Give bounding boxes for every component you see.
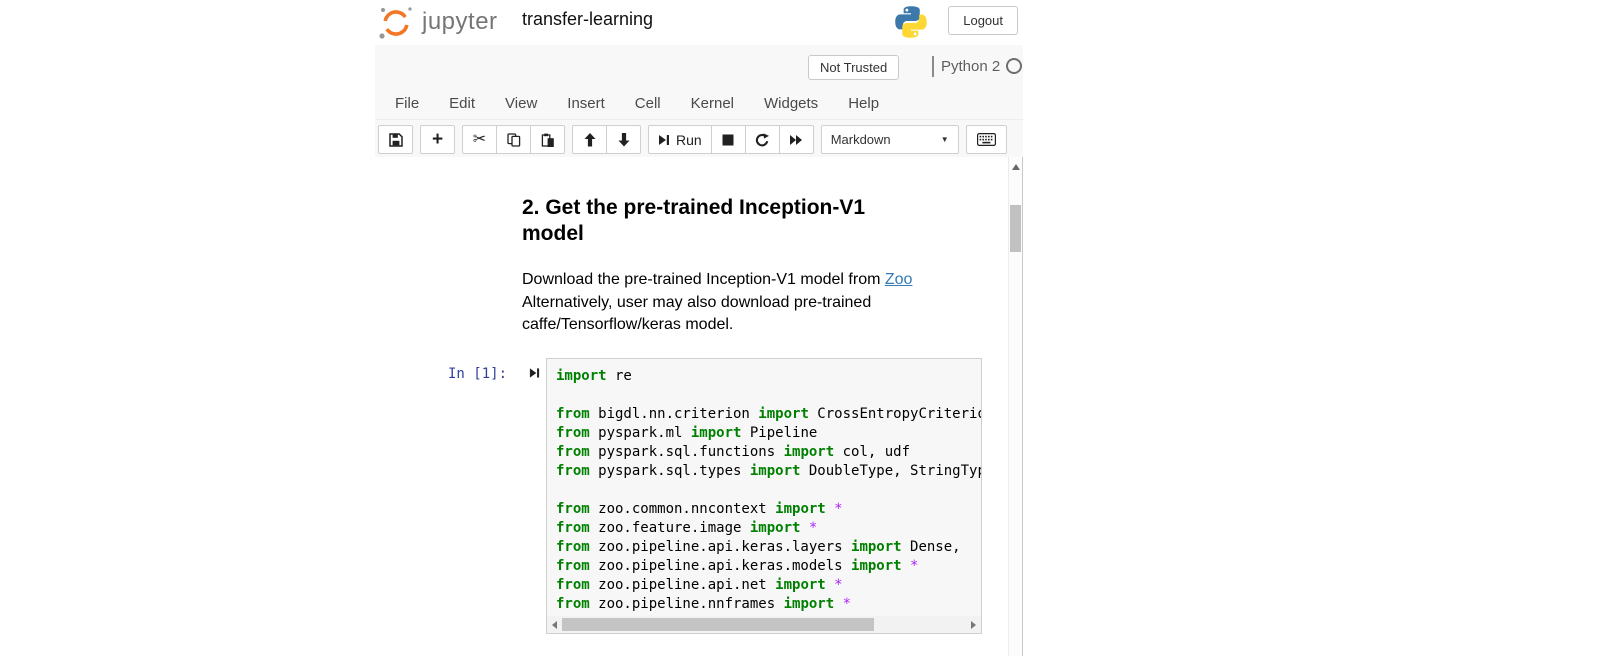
menubar-container: Not Trusted Python 2 File Edit View Inse… (375, 45, 1023, 157)
menu-widgets[interactable]: Widgets (764, 95, 818, 112)
markdown-heading: 2. Get the pre-trained Inception-V1 mode… (522, 195, 872, 247)
copy-cell-button[interactable] (496, 125, 531, 154)
scissors-icon: ✂ (473, 132, 486, 148)
menu-edit[interactable]: Edit (449, 95, 475, 112)
stop-icon (722, 134, 734, 146)
fast-forward-icon (789, 134, 803, 146)
code-line: from zoo.feature.image import * (556, 519, 981, 538)
paragraph-text-before: Download the pre-trained Inception-V1 mo… (522, 271, 885, 288)
run-group: Run (648, 125, 814, 154)
vertical-scrollbar-thumb[interactable] (1010, 205, 1021, 252)
code-line: from pyspark.sql.types import DoubleType… (556, 462, 981, 481)
code-lines[interactable]: import re from bigdl.nn.criterion import… (547, 359, 981, 616)
menu-file[interactable]: File (395, 95, 419, 112)
trust-status-button[interactable]: Not Trusted (808, 55, 899, 80)
chevron-down-icon: ▼ (941, 135, 949, 144)
scroll-left-icon[interactable] (552, 621, 557, 629)
kernel-name-label: Python 2 (941, 58, 1000, 75)
cut-cell-button[interactable]: ✂ (462, 125, 497, 154)
command-palette-button[interactable] (966, 125, 1007, 154)
run-label: Run (676, 132, 702, 148)
edit-group: ✂ (462, 125, 565, 154)
code-line: from zoo.pipeline.nnframes import * (556, 595, 981, 614)
scroll-right-icon[interactable] (971, 621, 976, 629)
python-logo-icon (893, 4, 929, 40)
arrow-down-icon (618, 133, 630, 147)
notebook-title[interactable]: transfer-learning (522, 9, 653, 30)
menu-cell[interactable]: Cell (635, 95, 661, 112)
horizontal-scrollbar[interactable] (547, 616, 981, 633)
zoo-link[interactable]: Zoo (885, 271, 913, 288)
move-cell-up-button[interactable] (572, 125, 607, 154)
jupyter-planet-icon (377, 2, 415, 42)
save-button[interactable] (378, 125, 413, 154)
logout-button[interactable]: Logout (948, 6, 1018, 35)
move-cell-down-button[interactable] (606, 125, 641, 154)
cell-type-dropdown[interactable]: Markdown ▼ (821, 125, 959, 154)
code-line: import re (556, 367, 981, 386)
jupyter-logo[interactable]: jupyter (377, 2, 498, 42)
jupyter-logo-text: jupyter (422, 8, 498, 36)
code-line: from zoo.pipeline.api.keras.models impor… (556, 557, 981, 576)
scroll-up-icon[interactable] (1012, 164, 1020, 170)
code-input-area[interactable]: import re from bigdl.nn.criterion import… (546, 358, 982, 634)
horizontal-scrollbar-thumb[interactable] (562, 618, 874, 631)
menu-kernel[interactable]: Kernel (691, 95, 734, 112)
notebook-container: 2. Get the pre-trained Inception-V1 mode… (375, 157, 1023, 656)
kernel-status-icon (1006, 58, 1022, 74)
menu-view[interactable]: View (505, 95, 537, 112)
code-line (556, 481, 981, 500)
code-line: from pyspark.ml import Pipeline (556, 424, 981, 443)
markdown-paragraph: Download the pre-trained Inception-V1 mo… (522, 269, 920, 337)
arrow-up-icon (584, 133, 596, 147)
step-forward-icon (658, 134, 670, 146)
kernel-separator (932, 56, 934, 77)
plus-icon: + (432, 130, 443, 149)
menu-help[interactable]: Help (848, 95, 879, 112)
paragraph-text-after: Alternatively, user may also download pr… (522, 294, 871, 334)
copy-icon (507, 133, 521, 147)
menu-insert[interactable]: Insert (567, 95, 605, 112)
refresh-icon (755, 133, 770, 147)
code-line: from pyspark.sql.functions import col, u… (556, 443, 981, 462)
move-group (572, 125, 641, 154)
code-cell[interactable]: In [1]: import re from bigdl.nn.criterio… (375, 357, 1008, 635)
paste-cell-button[interactable] (530, 125, 565, 154)
insert-cell-button[interactable]: + (420, 125, 455, 154)
code-line: from zoo.common.nncontext import * (556, 500, 981, 519)
code-line: from zoo.pipeline.api.keras.layers impor… (556, 538, 981, 557)
vertical-scrollbar[interactable] (1008, 157, 1023, 656)
floppy-save-icon (389, 133, 403, 147)
menu-bar: File Edit View Insert Cell Kernel Widget… (375, 87, 1023, 120)
interrupt-kernel-button[interactable] (711, 125, 746, 154)
code-line: from bigdl.nn.criterion import CrossEntr… (556, 405, 981, 424)
cell-type-value: Markdown (831, 132, 891, 147)
toolbar: + ✂ (378, 124, 1023, 155)
code-line (556, 386, 981, 405)
code-line: from zoo.pipeline.api.net import * (556, 576, 981, 595)
keyboard-icon (977, 133, 996, 146)
restart-run-all-button[interactable] (779, 125, 814, 154)
paste-icon (541, 133, 555, 147)
header: jupyter transfer-learning Logout (375, 0, 1023, 45)
restart-kernel-button[interactable] (745, 125, 780, 154)
input-prompt: In [1]: (448, 366, 507, 382)
run-this-cell-icon[interactable] (529, 367, 540, 379)
jupyter-app: jupyter transfer-learning Logout Not Tru… (375, 0, 1023, 656)
run-cell-button[interactable]: Run (648, 125, 712, 154)
